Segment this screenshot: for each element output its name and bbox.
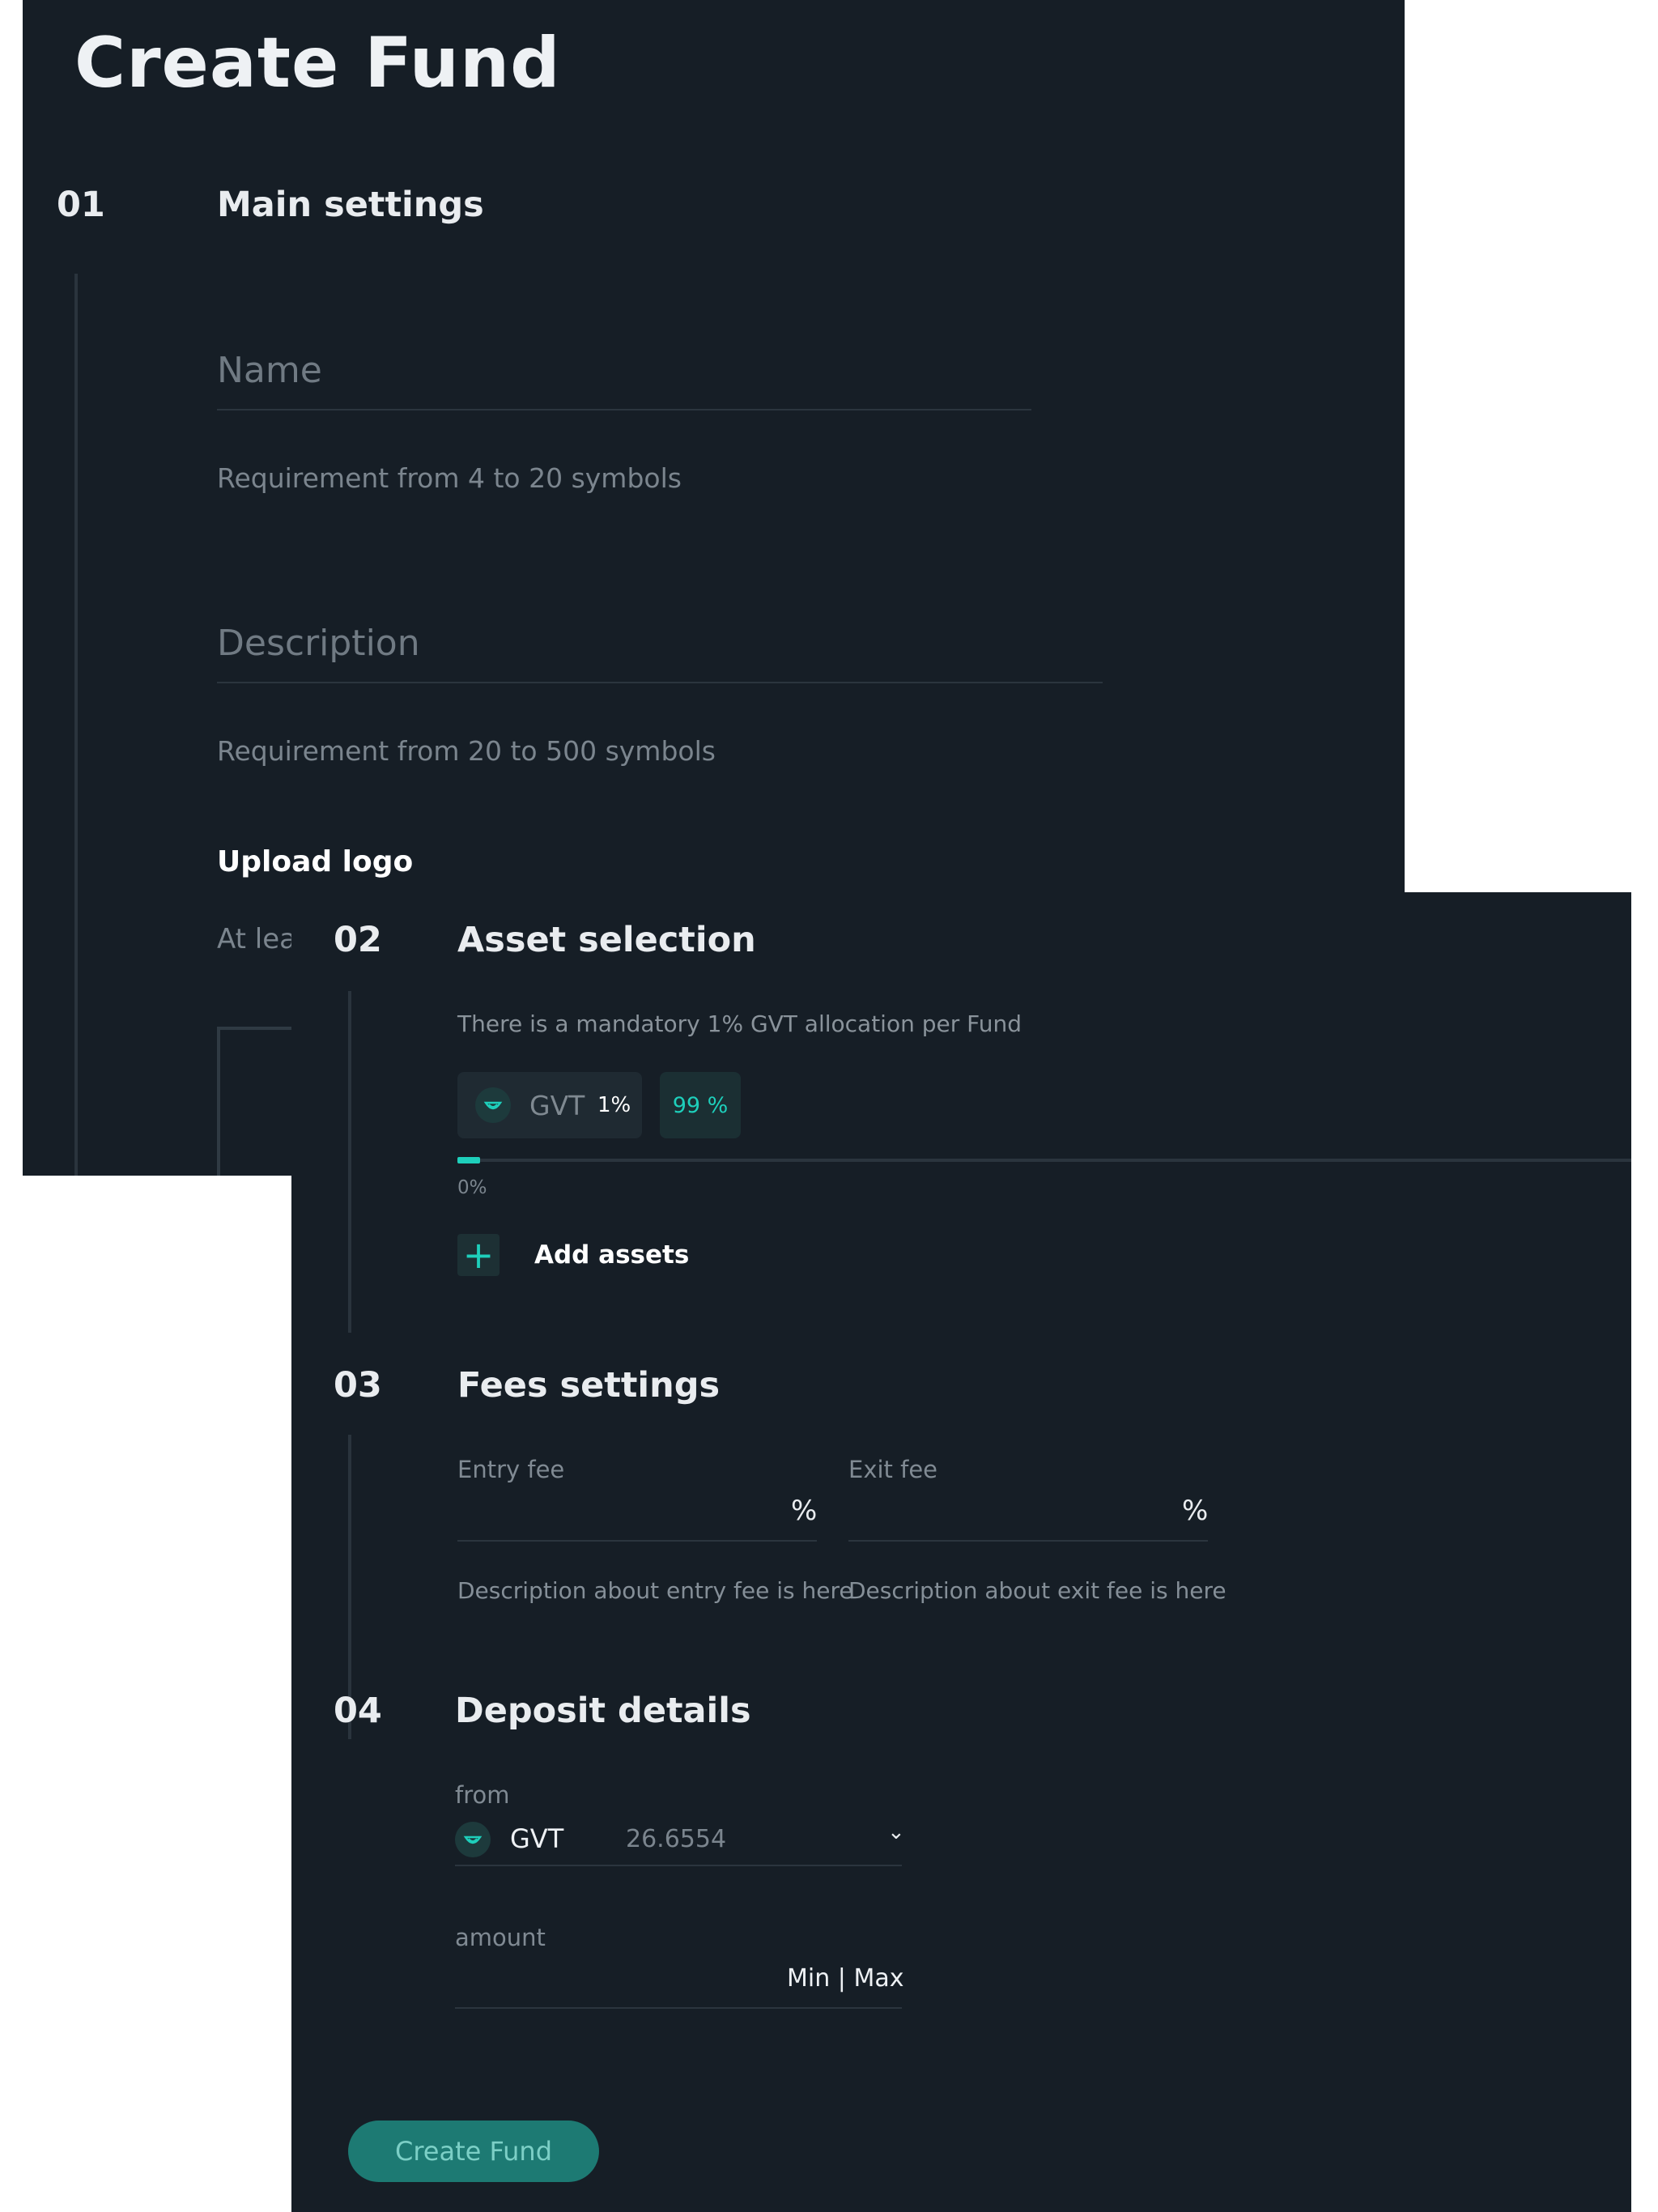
exit-fee-label: Exit fee: [848, 1456, 938, 1483]
description-hint: Requirement from 20 to 500 symbols: [217, 735, 716, 767]
asset-chip-percent: 1%: [597, 1093, 631, 1117]
exit-fee-hint: Description about exit fee is here: [848, 1577, 1226, 1604]
asset-chip-symbol: GVT: [529, 1090, 585, 1121]
asset-chip-gvt: GVT 1%: [457, 1072, 642, 1138]
remaining-allocation-badge: 99 %: [660, 1072, 741, 1138]
step-title-deposit-details: Deposit details: [455, 1691, 751, 1731]
gvt-coin-icon: [475, 1087, 511, 1123]
add-assets-button[interactable]: Add assets: [534, 1240, 689, 1270]
add-assets-plus-button[interactable]: +: [457, 1234, 500, 1276]
deposit-wallet-select[interactable]: GVT 26.6554 ⌄: [455, 1817, 905, 1870]
description-input-underline: [217, 682, 1103, 683]
step-connector-line: [348, 991, 351, 1333]
deposit-balance: 26.6554: [626, 1825, 727, 1853]
upload-logo-hint: At lea: [217, 923, 296, 955]
allocation-progress-label: 0%: [457, 1177, 487, 1198]
step-number-04: 04: [334, 1691, 382, 1731]
deposit-amount-label: amount: [455, 1924, 546, 1951]
step-title-asset-selection: Asset selection: [457, 920, 756, 960]
mandatory-allocation-note: There is a mandatory 1% GVT allocation p…: [457, 1010, 1022, 1037]
step-number-02: 02: [334, 920, 382, 960]
min-max-separator: |: [837, 1964, 846, 1993]
deposit-currency: GVT: [510, 1823, 564, 1854]
deposit-amount-input[interactable]: [455, 2007, 902, 2009]
entry-fee-hint: Description about entry fee is here: [457, 1577, 853, 1604]
exit-fee-input[interactable]: [848, 1540, 1208, 1542]
fund-settings-panel: 02 Asset selection There is a mandatory …: [291, 892, 1631, 2212]
step-title-main-settings: Main settings: [217, 185, 484, 225]
max-button[interactable]: Max: [853, 1964, 903, 1993]
upload-logo-title: Upload logo: [217, 845, 414, 878]
create-fund-button[interactable]: Create Fund: [348, 2121, 599, 2182]
gvt-coin-icon: [455, 1822, 491, 1857]
step-number-01: 01: [57, 185, 105, 225]
deposit-from-label: from: [455, 1781, 510, 1809]
allocation-progress-fill: [457, 1157, 480, 1163]
min-button[interactable]: Min: [787, 1964, 830, 1993]
deposit-min-max: Min | Max: [787, 1964, 903, 1993]
page-title: Create Fund: [74, 23, 561, 104]
name-hint: Requirement from 4 to 20 symbols: [217, 462, 682, 494]
chevron-down-icon: ⌄: [887, 1820, 905, 1844]
name-input[interactable]: Name: [217, 350, 322, 391]
plus-icon: +: [462, 1233, 495, 1277]
step-connector-line: [74, 274, 78, 1176]
entry-fee-unit: %: [791, 1495, 818, 1527]
description-input[interactable]: Description: [217, 623, 420, 664]
exit-fee-unit: %: [1182, 1495, 1209, 1527]
name-input-underline: [217, 409, 1031, 410]
step-number-03: 03: [334, 1365, 382, 1406]
allocation-progress-track: [457, 1157, 1631, 1163]
step-title-fees-settings: Fees settings: [457, 1365, 721, 1406]
entry-fee-label: Entry fee: [457, 1456, 565, 1483]
entry-fee-input[interactable]: [457, 1540, 817, 1542]
deposit-wallet-underline: [455, 1865, 902, 1866]
